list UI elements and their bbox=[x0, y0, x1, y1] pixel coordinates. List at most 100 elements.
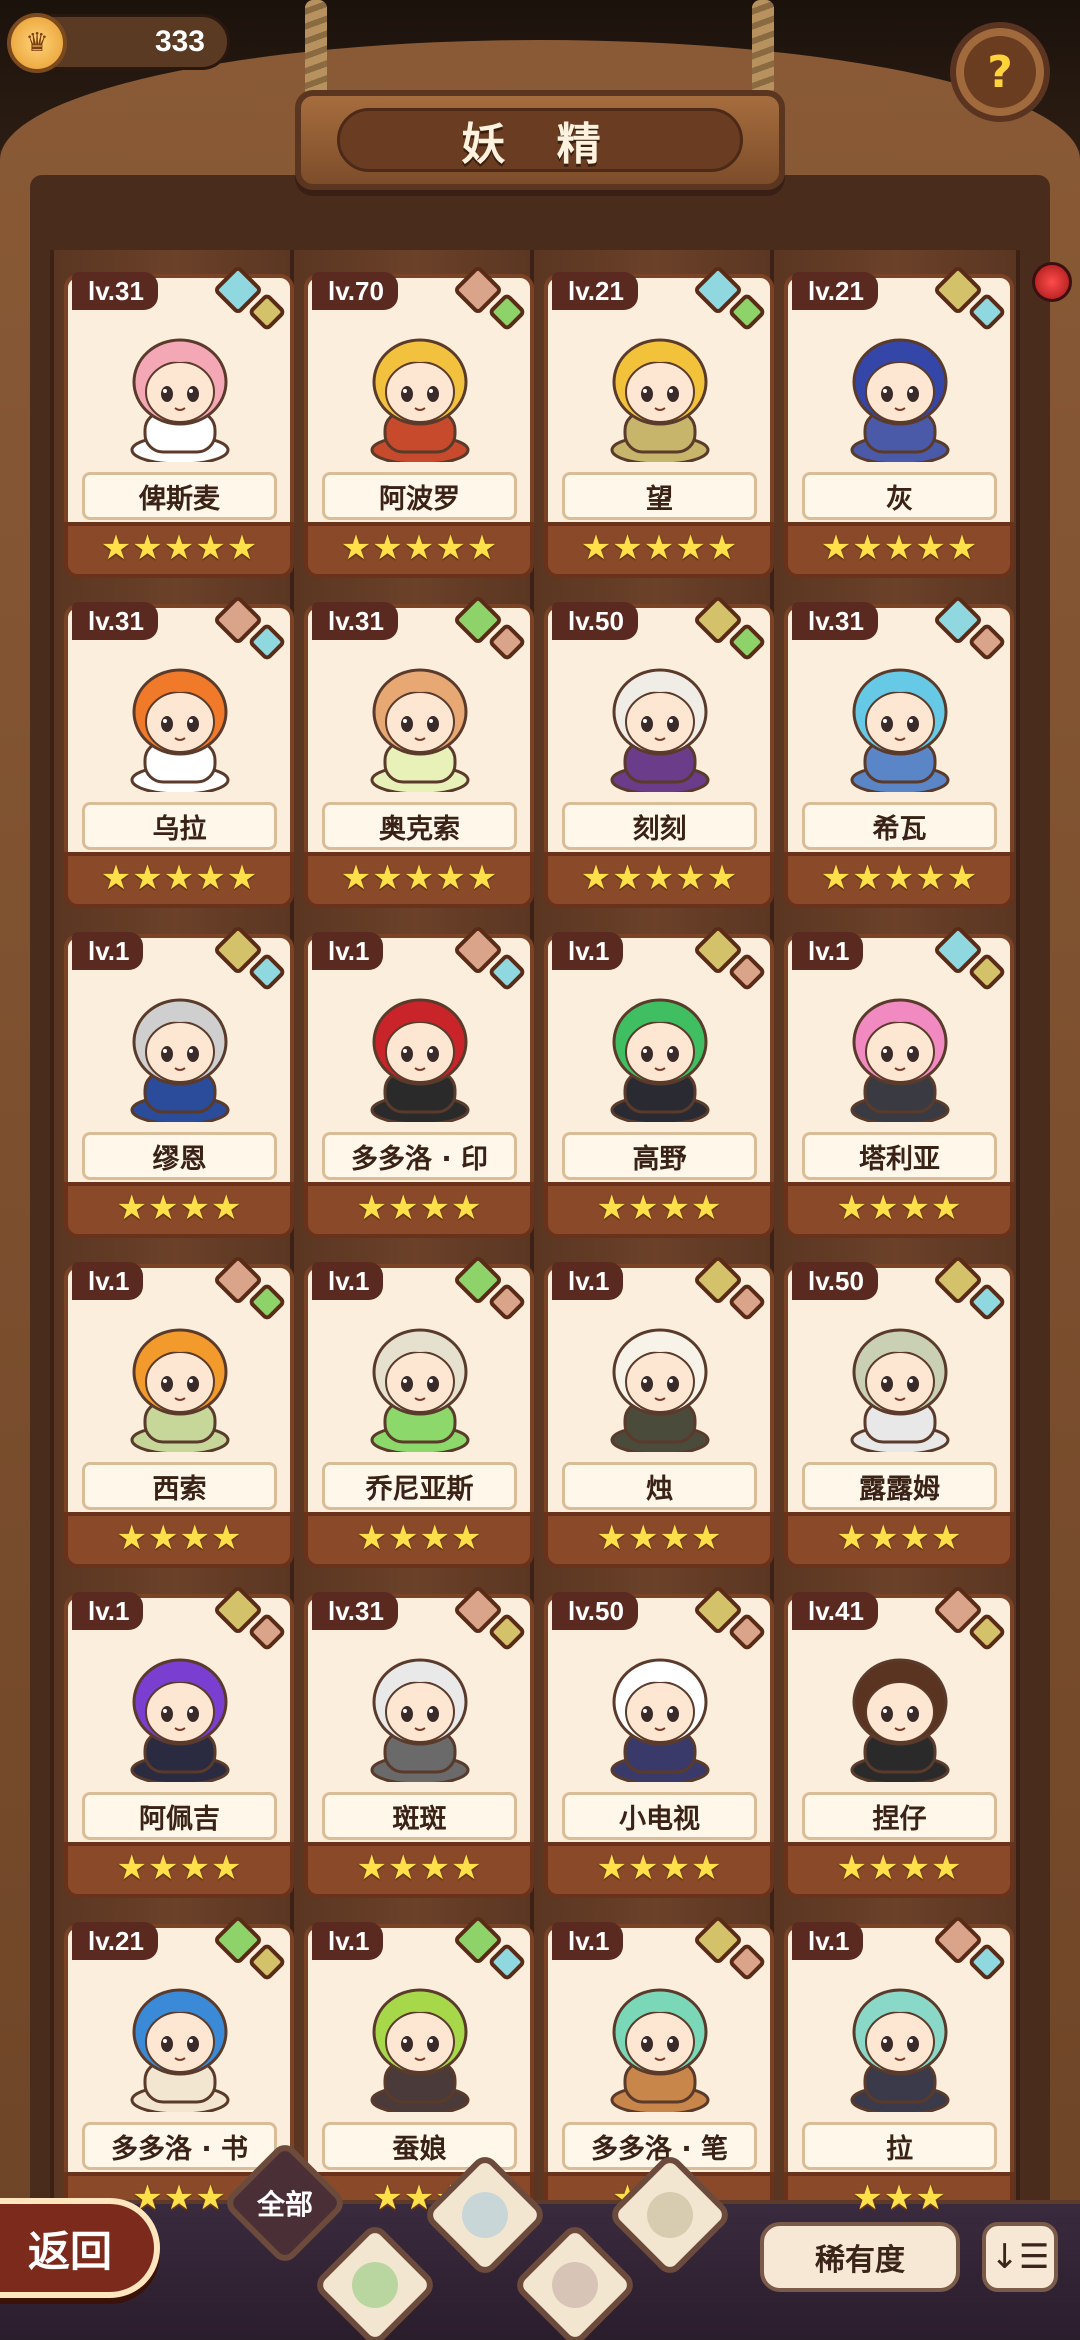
star-rating: ★★★★ bbox=[356, 1188, 483, 1228]
fairy-card[interactable]: lv.31 希瓦 ★★★★★ bbox=[782, 592, 1017, 918]
mountain-element-icon bbox=[727, 952, 769, 994]
star-rating: ★★★★ bbox=[836, 1518, 963, 1558]
fairy-name: 塔利亚 bbox=[802, 1132, 997, 1180]
fairy-portrait bbox=[572, 1292, 747, 1452]
level-badge: lv.41 bbox=[792, 1592, 878, 1630]
level-badge: lv.21 bbox=[72, 1922, 158, 1960]
fairy-name: 露露姆 bbox=[802, 1462, 997, 1510]
fairy-card[interactable]: lv.1 多多洛 · 印 ★★★★ bbox=[302, 922, 537, 1248]
grass-element-icon bbox=[247, 1282, 289, 1324]
fairy-name: 多多洛 · 印 bbox=[322, 1132, 517, 1180]
fairy-name: 希瓦 bbox=[802, 802, 997, 850]
fairy-name: 奥克索 bbox=[322, 802, 517, 850]
fairy-portrait bbox=[572, 632, 747, 792]
fairy-card[interactable]: lv.21 灰 ★★★★★ bbox=[782, 262, 1017, 588]
help-icon: ? bbox=[964, 36, 1036, 108]
fairy-card[interactable]: lv.1 西索 ★★★★ bbox=[62, 1252, 297, 1578]
fairy-portrait bbox=[92, 302, 267, 462]
fairy-card[interactable]: lv.31 奥克索 ★★★★★ bbox=[302, 592, 537, 918]
fairy-card[interactable]: lv.50 刻刻 ★★★★★ bbox=[542, 592, 777, 918]
mountain-element-icon bbox=[727, 1612, 769, 1654]
fairy-name: 缪恩 bbox=[82, 1132, 277, 1180]
tab-all-label: 全部 bbox=[256, 2187, 314, 2221]
mountain-element-icon bbox=[487, 622, 529, 664]
fairy-card[interactable]: lv.1 蚕娘 ★★★ bbox=[302, 1912, 537, 2212]
water-element-icon bbox=[967, 1942, 1009, 1984]
fairy-name: 高野 bbox=[562, 1132, 757, 1180]
star-rating: ★★★★ bbox=[356, 1518, 483, 1558]
droplet-icon bbox=[462, 2192, 508, 2238]
level-badge: lv.1 bbox=[312, 932, 384, 970]
grass-element-icon bbox=[487, 292, 529, 334]
fairy-card[interactable]: lv.1 乔尼亚斯 ★★★★ bbox=[302, 1252, 537, 1578]
page-title: 妖 精 bbox=[461, 119, 619, 170]
fairy-portrait bbox=[812, 1622, 987, 1782]
star-rating: ★★★★ bbox=[596, 1188, 723, 1228]
mountain-element-icon bbox=[727, 1942, 769, 1984]
level-badge: lv.70 bbox=[312, 272, 398, 310]
fairy-portrait bbox=[332, 302, 507, 462]
crown-coin-icon: ♛ bbox=[7, 13, 67, 73]
fairy-name: 刻刻 bbox=[562, 802, 757, 850]
fairy-card[interactable]: lv.1 拉 ★★★ bbox=[782, 1912, 1017, 2212]
level-badge: lv.1 bbox=[552, 932, 624, 970]
fairy-card[interactable]: lv.41 捏仔 ★★★★ bbox=[782, 1582, 1017, 1908]
star-rating: ★★★★ bbox=[596, 1518, 723, 1558]
fairy-card[interactable]: lv.1 阿佩吉 ★★★★ bbox=[62, 1582, 297, 1908]
star-rating: ★★★★★ bbox=[580, 858, 739, 898]
fairy-card[interactable]: lv.70 阿波罗 ★★★★★ bbox=[302, 262, 537, 588]
earth-element-icon bbox=[967, 952, 1009, 994]
fairy-portrait bbox=[92, 632, 267, 792]
star-rating: ★★★★ bbox=[116, 1518, 243, 1558]
notification-dot-icon[interactable] bbox=[1032, 262, 1072, 302]
fairy-name: 阿佩吉 bbox=[82, 1792, 277, 1840]
fairy-portrait bbox=[92, 1292, 267, 1452]
fairy-portrait bbox=[92, 1622, 267, 1782]
fairy-card[interactable]: lv.31 俾斯麦 ★★★★★ bbox=[62, 262, 297, 588]
help-button[interactable]: ? bbox=[950, 22, 1050, 122]
sprout-icon bbox=[352, 2262, 398, 2308]
fairy-portrait bbox=[92, 962, 267, 1122]
water-element-icon bbox=[967, 1282, 1009, 1324]
star-rating: ★★★★ bbox=[596, 1848, 723, 1888]
grass-element-icon bbox=[727, 292, 769, 334]
level-badge: lv.1 bbox=[552, 1262, 624, 1300]
mountain-element-icon bbox=[247, 1612, 289, 1654]
fairy-portrait bbox=[92, 1952, 267, 2112]
star-rating: ★★★★★ bbox=[100, 528, 259, 568]
fairy-card[interactable]: lv.1 缪恩 ★★★★ bbox=[62, 922, 297, 1248]
level-badge: lv.21 bbox=[552, 272, 638, 310]
fairy-card-grid: lv.31 俾斯麦 ★★★★★ lv.70 阿波罗 ★★★★★ lv.21 望 … bbox=[62, 262, 1022, 2212]
fairy-card[interactable]: lv.31 斑斑 ★★★★ bbox=[302, 1582, 537, 1908]
fairy-card[interactable]: lv.1 塔利亚 ★★★★ bbox=[782, 922, 1017, 1248]
level-badge: lv.31 bbox=[792, 602, 878, 640]
level-badge: lv.31 bbox=[72, 602, 158, 640]
earth-element-icon bbox=[247, 1942, 289, 1984]
fairy-card[interactable]: lv.50 露露姆 ★★★★ bbox=[782, 1252, 1017, 1578]
fairy-card[interactable]: lv.21 望 ★★★★★ bbox=[542, 262, 777, 588]
level-badge: lv.1 bbox=[72, 1592, 144, 1630]
title-plaque: 妖 精 bbox=[295, 90, 785, 190]
star-rating: ★★★★ bbox=[356, 1848, 483, 1888]
level-badge: lv.1 bbox=[72, 932, 144, 970]
star-rating: ★★★★★ bbox=[580, 528, 739, 568]
star-rating: ★★★★★ bbox=[820, 528, 979, 568]
level-badge: lv.50 bbox=[792, 1262, 878, 1300]
back-button[interactable]: 返回 bbox=[0, 2198, 160, 2298]
fairy-card[interactable]: lv.1 烛 ★★★★ bbox=[542, 1252, 777, 1578]
fairy-name: 俾斯麦 bbox=[82, 472, 277, 520]
level-badge: lv.1 bbox=[312, 1922, 384, 1960]
earth-element-icon bbox=[247, 292, 289, 334]
earth-element-icon bbox=[487, 1612, 529, 1654]
rarity-sort-button[interactable]: 稀有度 bbox=[760, 2222, 960, 2292]
mountain-icon bbox=[552, 2262, 598, 2308]
fairy-card[interactable]: lv.1 高野 ★★★★ bbox=[542, 922, 777, 1248]
fairy-card[interactable]: lv.50 小电视 ★★★★ bbox=[542, 1582, 777, 1908]
currency-display: ♛ 333 bbox=[7, 13, 230, 73]
star-rating: ★★★★★ bbox=[340, 528, 499, 568]
mountain-element-icon bbox=[967, 622, 1009, 664]
star-rating: ★★★★★ bbox=[100, 858, 259, 898]
sort-order-button[interactable]: ↓☰ bbox=[982, 2222, 1058, 2292]
fairy-card[interactable]: lv.31 乌拉 ★★★★★ bbox=[62, 592, 297, 918]
level-badge: lv.1 bbox=[72, 1262, 144, 1300]
